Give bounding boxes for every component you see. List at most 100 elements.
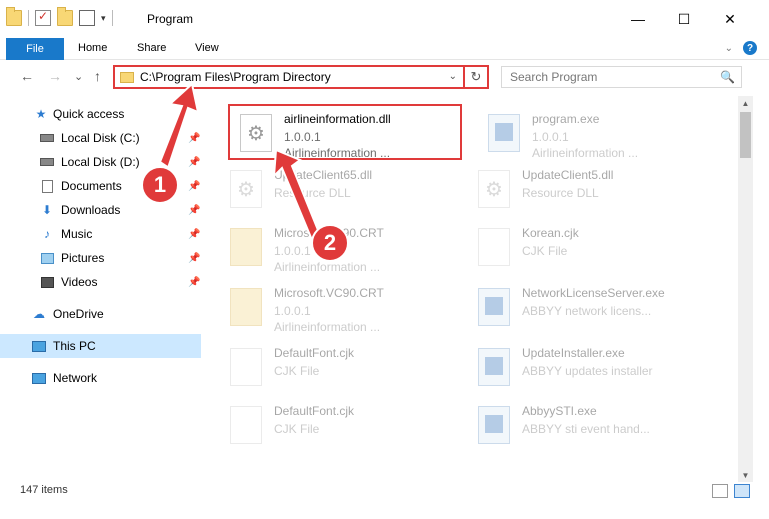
sidebar-item-label: OneDrive bbox=[53, 307, 104, 321]
file-list: airlineinformation.dll 1.0.0.1 Airlinein… bbox=[218, 96, 738, 482]
file-description: ABBYY network licens... bbox=[522, 304, 652, 318]
help-icon[interactable]: ? bbox=[743, 41, 757, 55]
file-tile[interactable]: UpdateClient65.dll Resource DLL bbox=[218, 160, 458, 216]
file-tile[interactable]: DefaultFont.cjk CJK File bbox=[218, 338, 458, 394]
customize-toolbar-chevron-icon[interactable]: ▾ bbox=[101, 13, 106, 24]
forward-button[interactable]: → bbox=[48, 68, 62, 84]
sidebar-item-label: This PC bbox=[53, 339, 96, 353]
music-icon: ♪ bbox=[44, 227, 50, 241]
sidebar-item-label: Local Disk (C:) bbox=[61, 131, 140, 145]
pin-icon[interactable]: 📌 bbox=[188, 277, 200, 288]
file-version: 1.0.0.1 bbox=[532, 130, 569, 144]
pin-icon[interactable]: 📌 bbox=[188, 181, 200, 192]
download-icon: ⬇ bbox=[41, 203, 53, 217]
item-count: 147 items bbox=[20, 484, 68, 496]
address-bar[interactable]: C:\Program Files\Program Directory ⌄ bbox=[113, 65, 465, 89]
file-name: UpdateClient5.dll bbox=[522, 168, 614, 182]
search-input[interactable]: Search Program 🔍 bbox=[501, 66, 742, 88]
new-folder-icon[interactable] bbox=[57, 7, 73, 26]
file-name: NetworkLicenseServer.exe bbox=[522, 286, 665, 300]
file-tile[interactable]: Microsoft.VC90.CRT 1.0.0.1 Airlineinform… bbox=[218, 278, 458, 334]
sidebar-item-quick-access[interactable]: ★ Quick access bbox=[0, 102, 201, 126]
pin-icon[interactable]: 📌 bbox=[188, 133, 200, 144]
back-button[interactable]: ← bbox=[20, 68, 34, 84]
file-name: DefaultFont.cjk bbox=[274, 346, 355, 360]
search-icon[interactable]: 🔍 bbox=[720, 70, 735, 84]
view-options-icon[interactable] bbox=[79, 10, 95, 26]
tiles-view-icon[interactable] bbox=[734, 484, 750, 498]
tab-share[interactable]: Share bbox=[137, 42, 166, 54]
toolbar-divider bbox=[28, 10, 29, 26]
file-description: ABBYY sti event hand... bbox=[522, 422, 650, 436]
tab-file[interactable]: File bbox=[6, 38, 64, 60]
minimize-button[interactable]: — bbox=[615, 6, 661, 32]
folder-icon bbox=[230, 288, 262, 326]
documents-icon bbox=[40, 179, 54, 193]
sidebar-item-videos[interactable]: Videos 📌 bbox=[0, 270, 201, 294]
file-version: 1.0.0.1 bbox=[274, 244, 311, 258]
close-button[interactable]: ✕ bbox=[707, 6, 753, 32]
sidebar-item-local-disk-c[interactable]: Local Disk (C:) 📌 bbox=[0, 126, 201, 150]
sidebar-item-downloads[interactable]: ⬇ Downloads 📌 bbox=[0, 198, 201, 222]
properties-check-icon[interactable] bbox=[35, 9, 51, 26]
cloud-icon: ☁ bbox=[33, 307, 45, 321]
document-file-icon bbox=[230, 406, 262, 444]
sidebar-item-label: Videos bbox=[61, 275, 98, 289]
window-title: Program bbox=[147, 12, 194, 26]
pin-icon[interactable]: 📌 bbox=[188, 157, 200, 168]
exe-file-icon bbox=[478, 288, 510, 326]
file-description: ABBYY updates installer bbox=[522, 364, 653, 378]
exe-file-icon bbox=[488, 114, 520, 152]
folder-icon[interactable] bbox=[6, 7, 22, 26]
up-button[interactable]: ↑ bbox=[94, 68, 101, 84]
sidebar-item-label: Music bbox=[61, 227, 93, 241]
sidebar-item-label: Local Disk (D:) bbox=[61, 155, 140, 169]
file-tile[interactable]: UpdateInstaller.exe ABBYY updates instal… bbox=[466, 338, 706, 394]
refresh-button[interactable]: ↻ bbox=[465, 65, 489, 89]
drive-icon bbox=[40, 131, 54, 145]
sidebar-item-this-pc[interactable]: This PC bbox=[0, 334, 201, 358]
recent-locations-chevron-icon[interactable]: ⌄ bbox=[74, 70, 83, 83]
file-tile[interactable]: UpdateClient5.dll Resource DLL bbox=[466, 160, 706, 216]
file-name: UpdateClient65.dll bbox=[274, 168, 373, 182]
file-tile[interactable]: Korean.cjk CJK File bbox=[466, 218, 706, 274]
scrollbar-thumb[interactable] bbox=[740, 112, 751, 158]
file-version: 1.0.0.1 bbox=[274, 304, 311, 318]
file-tile[interactable]: NetworkLicenseServer.exe ABBYY network l… bbox=[466, 278, 706, 334]
file-tile[interactable]: DefaultFont.cjk CJK File bbox=[218, 396, 458, 452]
sidebar-item-network[interactable]: Network bbox=[0, 366, 201, 390]
pin-icon[interactable]: 📌 bbox=[188, 229, 200, 240]
pictures-icon bbox=[40, 251, 54, 265]
maximize-button[interactable]: ☐ bbox=[661, 6, 707, 32]
file-tile[interactable]: AbbyySTI.exe ABBYY sti event hand... bbox=[466, 396, 706, 452]
address-dropdown-chevron-icon[interactable]: ⌄ bbox=[449, 71, 457, 82]
ribbon-tabs: File Home Share View ⌄ ? bbox=[0, 38, 769, 60]
pin-icon[interactable]: 📌 bbox=[188, 205, 200, 216]
details-view-icon[interactable] bbox=[712, 484, 728, 498]
file-type: CJK File bbox=[274, 422, 320, 436]
address-path[interactable]: C:\Program Files\Program Directory bbox=[140, 70, 331, 84]
pin-icon[interactable]: 📌 bbox=[188, 253, 200, 264]
vertical-scrollbar[interactable]: ▲ ▼ bbox=[738, 96, 753, 482]
drive-icon bbox=[40, 155, 54, 169]
file-tile[interactable]: program.exe 1.0.0.1 Airlineinformation .… bbox=[476, 104, 716, 160]
scroll-down-arrow-icon[interactable]: ▼ bbox=[738, 468, 753, 482]
tab-view[interactable]: View bbox=[195, 42, 219, 54]
navigation-bar: ← → ⌄ ↑ C:\Program Files\Program Directo… bbox=[0, 60, 769, 94]
file-type: Resource DLL bbox=[274, 186, 351, 200]
search-placeholder: Search Program bbox=[510, 70, 598, 84]
file-description: Airlineinformation ... bbox=[274, 260, 381, 274]
file-description: Airlineinformation ... bbox=[274, 320, 381, 334]
sidebar-item-music[interactable]: ♪ Music 📌 bbox=[0, 222, 201, 246]
navigation-pane: ★ Quick access Local Disk (C:) 📌 Local D… bbox=[0, 100, 202, 470]
tab-home[interactable]: Home bbox=[78, 42, 107, 54]
expand-ribbon-chevron-icon[interactable]: ⌄ bbox=[725, 43, 733, 54]
sidebar-item-onedrive[interactable]: ☁ OneDrive bbox=[0, 302, 201, 326]
star-icon: ★ bbox=[35, 107, 47, 121]
document-file-icon bbox=[230, 348, 262, 386]
exe-file-icon bbox=[478, 348, 510, 386]
file-name: AbbyySTI.exe bbox=[522, 404, 597, 418]
sidebar-item-label: Documents bbox=[61, 179, 122, 193]
sidebar-item-pictures[interactable]: Pictures 📌 bbox=[0, 246, 201, 270]
scroll-up-arrow-icon[interactable]: ▲ bbox=[738, 96, 753, 110]
